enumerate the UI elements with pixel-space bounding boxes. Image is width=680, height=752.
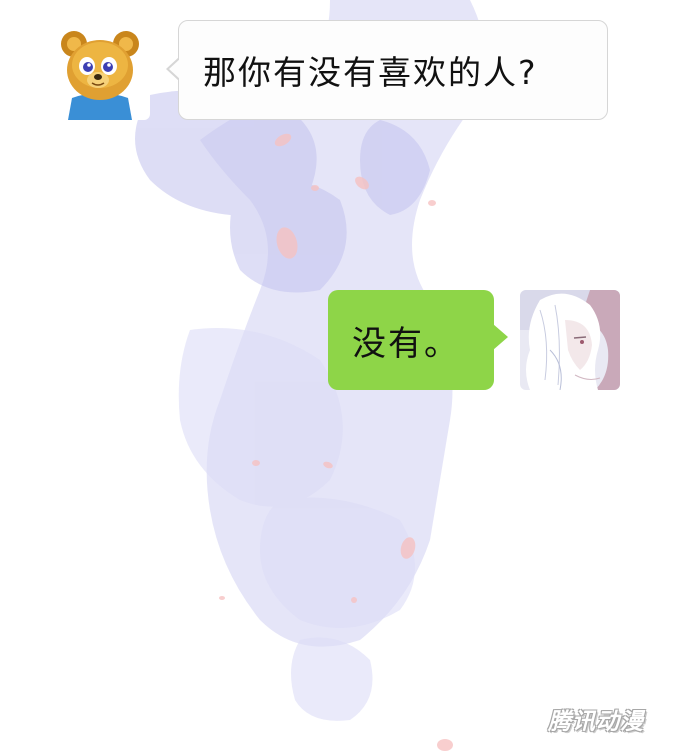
avatar-other[interactable] [50,20,150,120]
outgoing-message-bubble[interactable]: 没有。 [328,290,508,390]
tencent-comic-watermark: 腾讯动漫 [548,709,644,735]
avatar-self[interactable] [520,290,620,390]
teddy-bear-avatar-icon [50,20,150,120]
incoming-message-bubble[interactable]: 那你有没有喜欢的人? [166,20,608,120]
outgoing-message-text: 没有。 [352,323,460,364]
white-haired-character-avatar-icon [520,290,620,390]
incoming-message-text: 那你有没有喜欢的人? [203,53,538,92]
